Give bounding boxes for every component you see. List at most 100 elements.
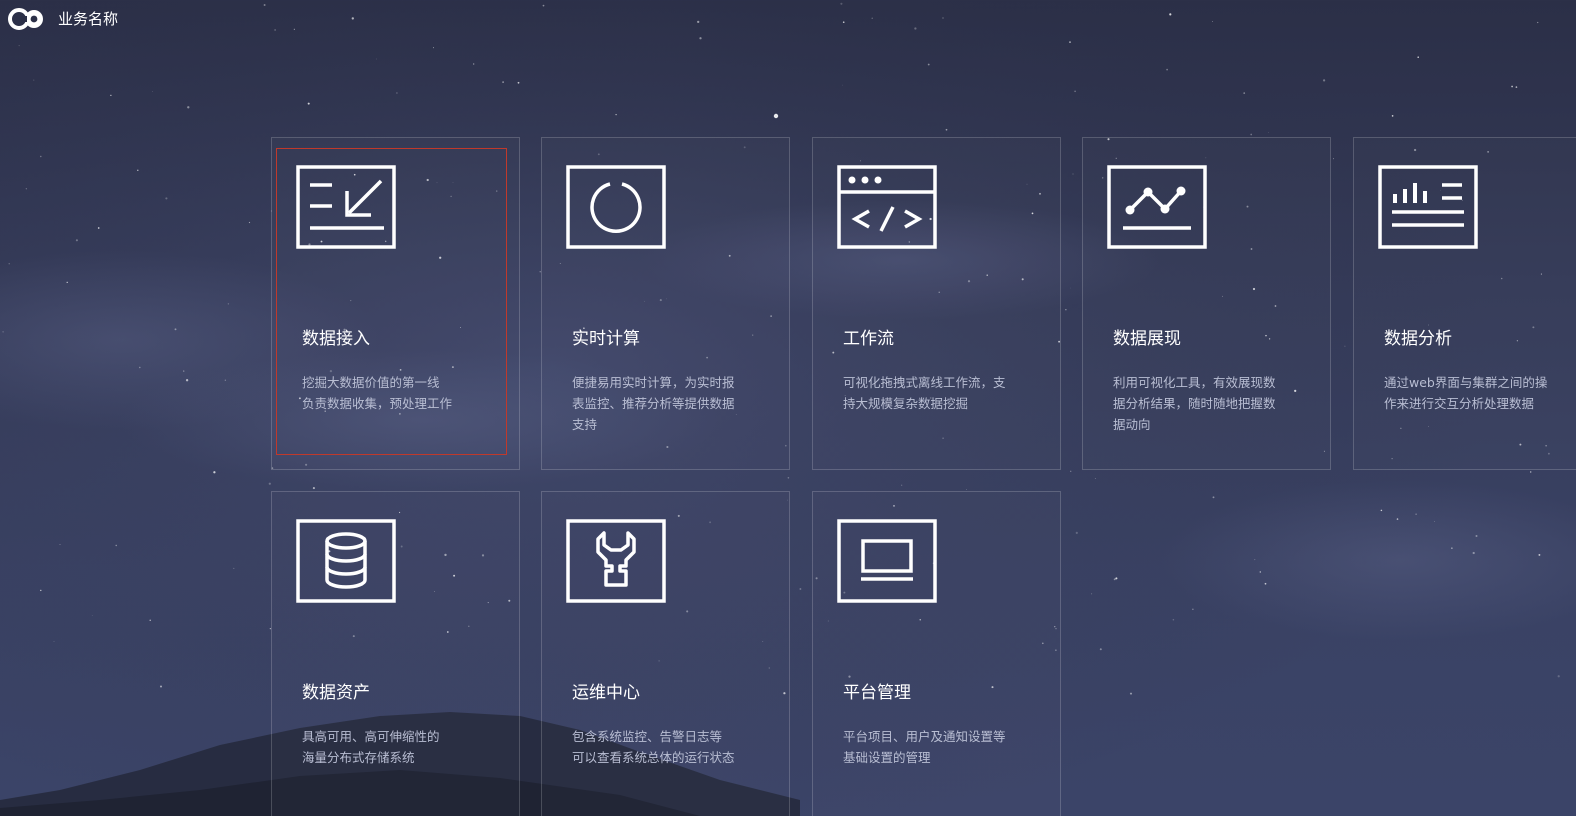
star xyxy=(1065,309,1067,311)
star xyxy=(8,263,10,265)
star xyxy=(1396,518,1399,520)
star xyxy=(224,379,226,381)
card-description: 具高可用、高可伸缩性的 海量分布式存储系统 xyxy=(302,729,440,765)
card-description: 利用可视化工具，有效展现数 据分析结果，随时随地把握数 据动向 xyxy=(1113,375,1276,432)
star xyxy=(137,169,139,172)
star xyxy=(165,197,168,200)
star xyxy=(1529,471,1532,473)
star xyxy=(59,543,61,545)
code-window-icon xyxy=(837,165,937,249)
card-title: 数据接入 xyxy=(302,329,370,349)
star xyxy=(174,328,177,331)
card-data-assets[interactable]: 数据资产 具高可用、高可伸缩性的 海量分布式存储系统 xyxy=(271,491,520,816)
star xyxy=(149,619,151,621)
card-title: 数据分析 xyxy=(1384,329,1452,349)
star xyxy=(1212,20,1214,22)
star xyxy=(1250,133,1253,136)
star xyxy=(33,79,35,81)
star xyxy=(185,379,189,382)
star xyxy=(517,81,520,84)
star xyxy=(502,81,504,83)
star xyxy=(227,303,230,305)
star xyxy=(40,155,42,158)
star xyxy=(1070,470,1072,472)
star xyxy=(1537,21,1539,24)
data-import-icon xyxy=(296,165,396,249)
star xyxy=(1511,85,1513,88)
star xyxy=(799,588,802,590)
app-title: 业务名称 xyxy=(58,10,119,28)
star xyxy=(1166,68,1168,71)
star xyxy=(1074,90,1076,93)
star xyxy=(1475,535,1478,537)
star xyxy=(307,102,310,105)
star xyxy=(842,21,845,24)
star xyxy=(248,221,251,224)
star xyxy=(840,2,843,5)
star xyxy=(914,27,917,30)
star xyxy=(396,92,398,94)
star xyxy=(1091,593,1093,595)
star xyxy=(966,489,967,490)
star xyxy=(1557,675,1560,678)
star xyxy=(213,471,216,474)
star xyxy=(1434,521,1436,522)
line-chart-icon xyxy=(1107,165,1207,249)
star xyxy=(1344,345,1346,347)
brand-logo-icon[interactable] xyxy=(8,8,46,30)
star xyxy=(2,331,4,333)
star xyxy=(233,567,235,569)
star xyxy=(1333,158,1334,160)
star xyxy=(927,63,930,66)
star xyxy=(187,106,190,109)
star xyxy=(75,239,78,242)
star xyxy=(1075,531,1078,535)
card-description: 通过web界面与集群之间的操 作来进行交互分析处理数据 xyxy=(1384,375,1548,411)
star xyxy=(1099,648,1102,651)
star xyxy=(152,91,154,93)
card-description: 平台项目、用户及通知设置等 基础设置的管理 xyxy=(843,729,1006,765)
star xyxy=(183,370,185,372)
star xyxy=(1072,173,1074,175)
star xyxy=(697,20,700,24)
bar-report-icon xyxy=(1378,165,1478,249)
card-data-visualization[interactable]: 数据展现 利用可视化工具，有效展现数 据分析结果，随时随地把握数 据动向 xyxy=(1082,137,1331,470)
bright-star xyxy=(773,113,779,119)
card-platform-management[interactable]: 平台管理 平台项目、用户及通知设置等 基础设置的管理 xyxy=(812,491,1061,816)
star xyxy=(1094,477,1096,480)
card-data-analysis[interactable]: 数据分析 通过web界面与集群之间的操 作来进行交互分析处理数据 xyxy=(1353,137,1576,470)
card-title: 数据展现 xyxy=(1113,329,1181,349)
star xyxy=(1069,287,1071,289)
card-title: 平台管理 xyxy=(843,683,911,703)
star xyxy=(1212,496,1215,499)
monitor-icon xyxy=(837,519,937,603)
star xyxy=(1417,56,1419,58)
star xyxy=(97,227,100,229)
card-description: 可视化拖拽式离线工作流，支 持大规模复杂数据挖掘 xyxy=(843,375,1006,411)
card-ops-center[interactable]: 运维中心 包含系统监控、告警日志等 可以查看系统总体的运行状态 xyxy=(541,491,790,816)
star xyxy=(25,188,27,190)
star xyxy=(274,29,276,31)
realtime-compute-icon xyxy=(566,165,666,249)
star xyxy=(1172,618,1175,621)
star xyxy=(871,17,873,19)
star xyxy=(945,128,948,131)
star xyxy=(1391,115,1394,117)
star xyxy=(1243,92,1246,94)
star xyxy=(263,4,266,6)
star xyxy=(1259,571,1262,573)
card-workflow[interactable]: 工作流 可视化拖拽式离线工作流，支 持大规模复杂数据挖掘 xyxy=(812,137,1061,470)
card-realtime-compute[interactable]: 实时计算 便捷易用实时计算，为实时报 表监控、推荐分析等提供数据 支持 xyxy=(541,137,790,470)
card-description: 挖掘大数据价值的第一线 负责数据收集，预处理工作 xyxy=(302,375,453,411)
star xyxy=(268,482,271,485)
star xyxy=(312,487,315,490)
star xyxy=(293,28,295,30)
star xyxy=(91,615,93,616)
card-title: 实时计算 xyxy=(572,329,640,349)
card-title: 运维中心 xyxy=(572,683,640,703)
star xyxy=(1113,578,1116,581)
star xyxy=(901,484,903,486)
card-data-import[interactable]: 数据接入 挖掘大数据价值的第一线 负责数据收集，预处理工作 xyxy=(271,137,520,470)
star xyxy=(1415,513,1417,515)
card-description: 包含系统监控、告警日志等 可以查看系统总体的运行状态 xyxy=(572,729,735,765)
